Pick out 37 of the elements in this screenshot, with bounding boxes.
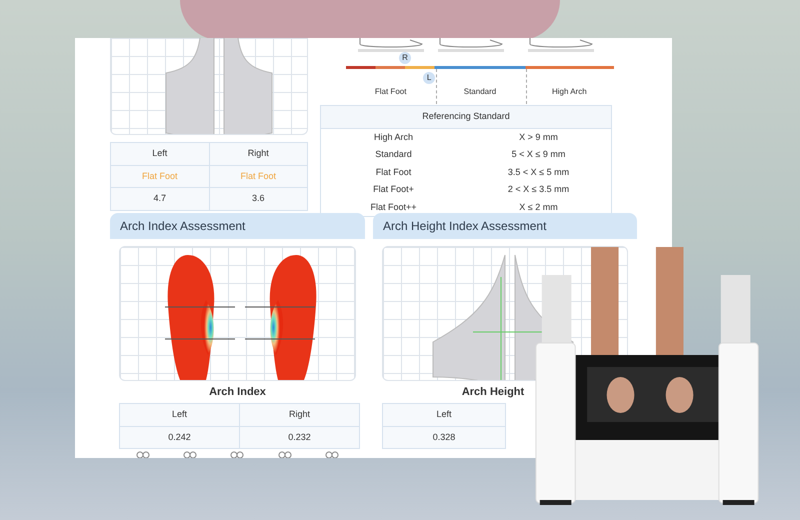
- column-header: Right: [239, 404, 359, 426]
- footprint-icon: [230, 451, 244, 458]
- status-cell-text: Flat Foot: [140, 170, 178, 182]
- column-header: Right: [208, 143, 307, 164]
- table-cell: X ≤ 2 mm: [519, 202, 558, 212]
- marker-label: L: [423, 72, 436, 84]
- column-header: Left: [435, 408, 452, 421]
- section-header: Arch Index Assessment: [110, 213, 365, 239]
- table-cell-text: 0.328: [432, 430, 456, 444]
- table-title: Referencing Standard: [321, 106, 611, 128]
- scale-label: High Arch: [552, 87, 587, 96]
- section-header: Arch Height Index Assessment: [373, 213, 637, 239]
- table-cell: 3.5 < X ≤ 5 mm: [508, 166, 570, 176]
- scale-label: Flat Foot: [374, 87, 406, 96]
- table-cell: 2 < X ≤ 3.5 mm: [508, 184, 570, 194]
- chart-subtitle: Arch Index: [209, 386, 266, 398]
- table-cell: X > 9 mm: [519, 132, 558, 142]
- table-cell: Flat Foot: [376, 166, 412, 176]
- chart-subtitle: Arch Height: [462, 386, 524, 398]
- table-cell: High Arch: [374, 132, 414, 142]
- table-cell: 3.6: [208, 188, 307, 210]
- table-cell-text: 4.7: [152, 192, 167, 205]
- scale-label: Standard: [464, 87, 496, 96]
- column-header: Left: [170, 408, 188, 421]
- table-cell: 5 < X ≤ 9 mm: [512, 149, 566, 159]
- table-cell: 0.232: [239, 426, 359, 448]
- table-cell: Flat Foot++: [370, 202, 417, 212]
- column-header: Left: [151, 147, 168, 160]
- table-cell: Standard: [375, 149, 412, 159]
- footprint-icon: [136, 451, 150, 458]
- table-cell: Flat Foot+: [373, 184, 414, 194]
- marker-label: R: [398, 52, 411, 64]
- footprint-icon: [183, 451, 198, 458]
- footprint-icon: [278, 451, 292, 458]
- table-cell-text: 0.242: [167, 430, 192, 444]
- status-cell: Flat Foot: [208, 166, 307, 187]
- footprint-icon: [325, 451, 340, 458]
